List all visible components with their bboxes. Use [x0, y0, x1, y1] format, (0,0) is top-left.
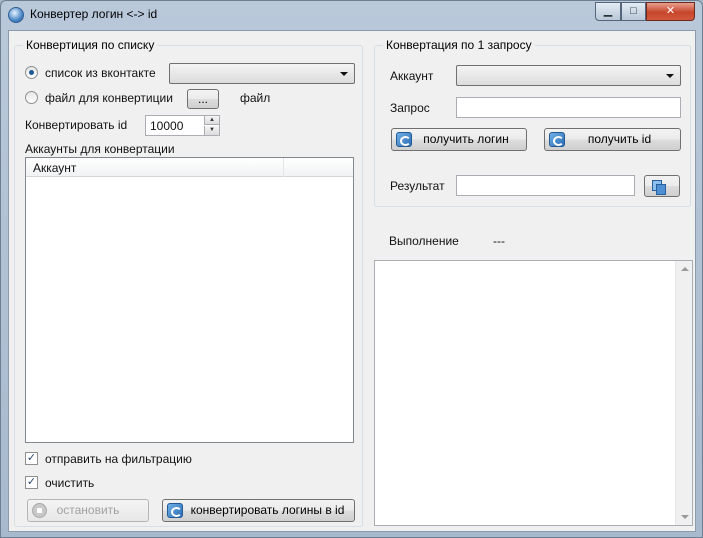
chevron-down-icon	[340, 72, 348, 76]
progress-label: Выполнение	[389, 234, 459, 248]
stop-button[interactable]: остановить	[27, 499, 149, 522]
convert-id-label: Конвертировать id	[25, 118, 128, 132]
send-filter-checkbox[interactable]: ✓	[25, 452, 38, 465]
refresh-icon	[396, 132, 412, 147]
get-id-button[interactable]: получить id	[544, 128, 681, 151]
get-id-label: получить id	[587, 132, 652, 146]
title-bar[interactable]: Конвертер логин <-> id ▁ □ ✕	[1, 1, 702, 29]
stop-button-label: остановить	[56, 503, 120, 517]
convert-logins-label: конвертировать логины в id	[190, 503, 345, 517]
radio-file-label: файл для конвертиции	[45, 91, 173, 105]
stepper-down-icon[interactable]: ▼	[204, 126, 219, 135]
result-field[interactable]	[456, 175, 635, 196]
minimize-button[interactable]: ▁	[595, 2, 621, 21]
accounts-label: Аккаунты для конвертации	[25, 142, 175, 156]
copy-icon	[652, 180, 666, 195]
result-label: Результат	[390, 179, 445, 193]
chevron-down-icon	[666, 74, 674, 78]
query-input[interactable]	[456, 97, 681, 118]
app-logo-icon	[8, 7, 24, 23]
accounts-table-header: Аккаунт	[26, 158, 353, 177]
stop-icon	[32, 503, 47, 518]
vk-list-dropdown[interactable]	[169, 63, 355, 84]
log-output[interactable]	[374, 260, 693, 526]
send-filter-label: отправить на фильтрацию	[45, 452, 192, 466]
copy-result-button[interactable]	[644, 175, 680, 197]
list-group-title: Конвертиция по списку	[23, 38, 158, 52]
stepper-up-icon[interactable]: ▲	[204, 116, 219, 125]
column-header-empty[interactable]	[284, 158, 354, 177]
radio-vk-list[interactable]	[25, 66, 38, 79]
convert-logins-button[interactable]: конвертировать логины в id	[162, 499, 355, 522]
clear-checkbox[interactable]: ✓	[25, 476, 38, 489]
maximize-button[interactable]: □	[621, 2, 646, 21]
list-conversion-group: Конвертиция по списку список из вконтакт…	[14, 38, 363, 527]
refresh-icon	[549, 132, 565, 147]
radio-vk-label: список из вконтакте	[45, 66, 156, 80]
get-login-label: получить логин	[423, 132, 509, 146]
log-scrollbar[interactable]	[675, 261, 692, 525]
refresh-icon	[167, 503, 183, 518]
account-label: Аккаунт	[390, 69, 434, 83]
radio-file[interactable]	[25, 91, 38, 104]
query-label: Запрос	[390, 101, 430, 115]
clear-label: очистить	[45, 476, 95, 490]
app-window: Конвертер логин <-> id ▁ □ ✕ Конвертиция…	[0, 0, 703, 538]
get-login-button[interactable]: получить логин	[391, 128, 527, 151]
column-header-account[interactable]: Аккаунт	[26, 158, 284, 177]
account-dropdown[interactable]	[456, 65, 681, 86]
browse-file-button[interactable]: ...	[187, 89, 219, 109]
single-group-title: Конвертация по 1 запросу	[383, 38, 535, 52]
convert-id-value: 10000	[150, 119, 184, 133]
single-conversion-group: Конвертация по 1 запросу Аккаунт Запрос …	[374, 38, 691, 207]
file-name-label: файл	[240, 91, 271, 105]
progress-value: ---	[493, 234, 505, 248]
window-title: Конвертер логин <-> id	[30, 7, 158, 21]
close-button[interactable]: ✕	[646, 2, 695, 21]
convert-id-stepper[interactable]: 10000 ▲ ▼	[145, 115, 220, 136]
main-client-area: Конвертиция по списку список из вконтакт…	[8, 30, 696, 532]
accounts-table[interactable]: Аккаунт	[25, 157, 354, 443]
scroll-down-icon[interactable]	[681, 515, 689, 519]
scroll-up-icon[interactable]	[681, 267, 689, 271]
